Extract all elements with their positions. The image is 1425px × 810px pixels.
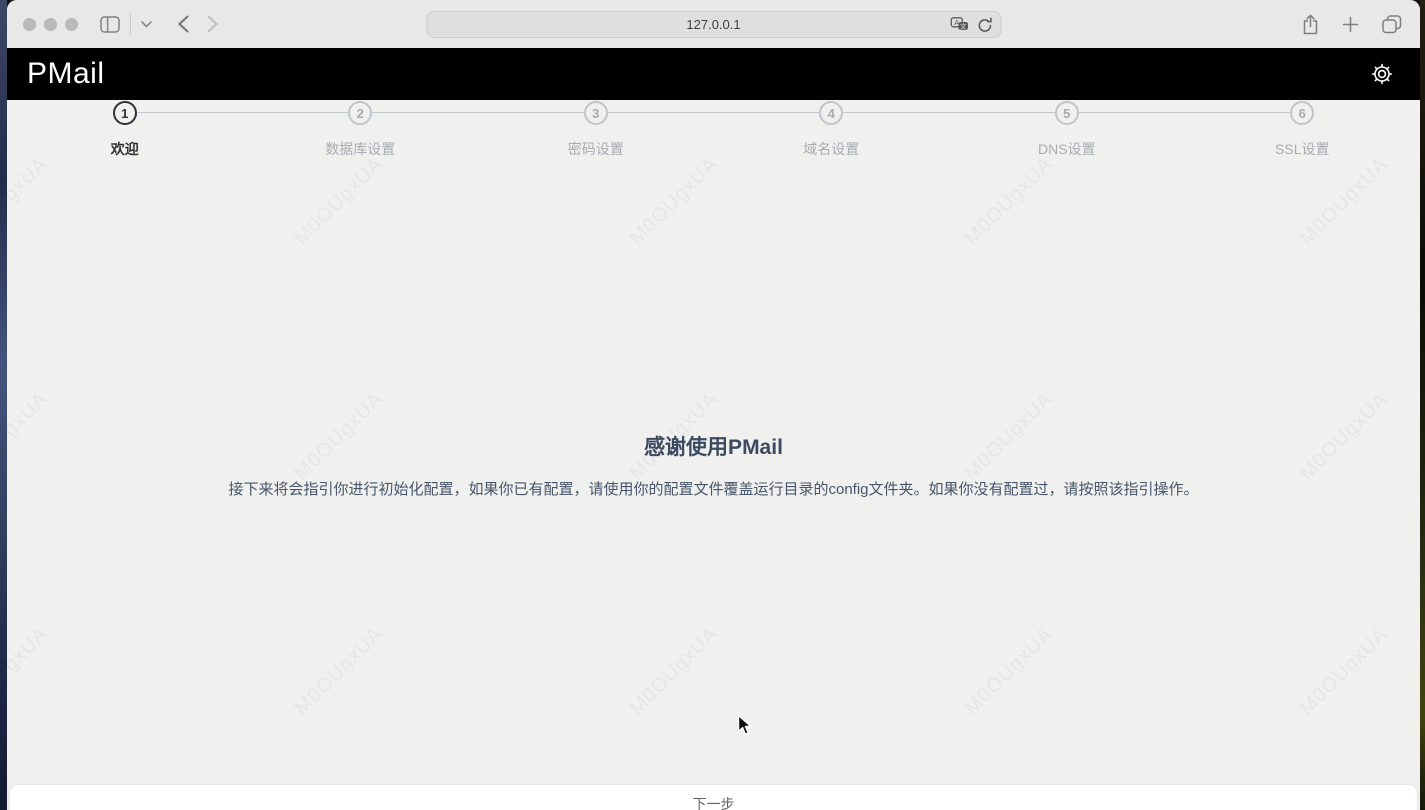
app-title: PMail <box>27 57 105 91</box>
watermark-text: M0OUgxUA <box>7 623 53 720</box>
step-number: 3 <box>592 106 599 121</box>
address-bar-icons: A 文 <box>950 12 992 37</box>
step-circle-6: 6 <box>1290 101 1314 125</box>
step-circle-3: 3 <box>584 101 608 125</box>
browser-toolbar: 127.0.0.1 A 文 <box>7 0 1420 48</box>
watermark-text: M0OUgxUA <box>626 153 723 250</box>
page-title: 感谢使用PMail <box>7 431 1420 461</box>
watermark-text: M0OUgxUA <box>1296 153 1393 250</box>
step-password: 3 密码设置 <box>478 100 714 162</box>
watermark-text: M0OUgxUA <box>7 153 53 250</box>
toolbar-right-group <box>1302 0 1402 48</box>
step-ssl: 6 SSL设置 <box>1185 100 1421 162</box>
app-header: PMail <box>7 48 1420 100</box>
setup-steps: 1 欢迎 2 数据库设置 3 密码设置 4 域名设置 5 DNS设置 <box>7 100 1420 162</box>
share-icon[interactable] <box>1302 14 1319 35</box>
step-label: SSL设置 <box>1275 139 1329 159</box>
step-number: 4 <box>828 106 835 121</box>
step-label: DNS设置 <box>1038 139 1096 159</box>
forward-button-icon[interactable] <box>207 15 218 33</box>
step-number: 6 <box>1299 106 1306 121</box>
watermark-text: M0OUgxUA <box>1296 623 1393 720</box>
step-domain: 4 域名设置 <box>714 100 950 162</box>
sidebar-chevron-down-icon[interactable] <box>141 21 152 28</box>
translate-icon[interactable]: A 文 <box>950 17 968 32</box>
step-circle-2: 2 <box>348 101 372 125</box>
close-window-button[interactable] <box>23 18 36 31</box>
step-label: 欢迎 <box>111 139 139 159</box>
svg-text:文: 文 <box>960 22 967 31</box>
welcome-section: 感谢使用PMail 接下来将会指引你进行初始化配置，如果你已有配置，请使用你的配… <box>7 431 1420 499</box>
toolbar-left-group <box>100 14 152 34</box>
step-label: 域名设置 <box>803 139 859 159</box>
fullscreen-window-button[interactable] <box>65 18 78 31</box>
next-step-button[interactable]: 下一步 <box>9 784 1418 810</box>
watermark-text: M0OUgxUA <box>961 623 1058 720</box>
reload-icon[interactable] <box>977 17 992 33</box>
browser-window: 127.0.0.1 A 文 <box>7 0 1420 810</box>
page-content: M0OUgxUA M0OUgxUA M0OUgxUA M0OUgxUA M0OUgxUA… <box>7 100 1420 810</box>
back-button-icon[interactable] <box>178 15 189 33</box>
desktop-wallpaper-left <box>0 0 7 810</box>
new-tab-icon[interactable] <box>1342 16 1359 33</box>
step-database: 2 数据库设置 <box>243 100 479 162</box>
next-step-button-label: 下一步 <box>693 794 735 810</box>
traffic-lights <box>7 18 78 31</box>
tab-overview-icon[interactable] <box>1382 15 1402 34</box>
address-bar[interactable]: 127.0.0.1 A 文 <box>426 11 1001 38</box>
watermark-text: M0OUgxUA <box>291 153 388 250</box>
step-dns: 5 DNS设置 <box>949 100 1185 162</box>
step-circle-4: 4 <box>819 101 843 125</box>
step-number: 5 <box>1063 106 1070 121</box>
step-circle-1: 1 <box>113 101 137 125</box>
watermark-text: M0OUgxUA <box>291 623 388 720</box>
page-description: 接下来将会指引你进行初始化配置，如果你已有配置，请使用你的配置文件覆盖运行目录的… <box>7 478 1420 499</box>
step-number: 2 <box>357 106 364 121</box>
watermark-text: M0OUgxUA <box>626 623 723 720</box>
step-number: 1 <box>121 106 128 121</box>
address-bar-url[interactable]: 127.0.0.1 <box>686 17 740 32</box>
minimize-window-button[interactable] <box>44 18 57 31</box>
desktop-wallpaper-right <box>1420 0 1425 810</box>
step-label: 密码设置 <box>568 139 624 159</box>
watermark-text: M0OUgxUA <box>961 153 1058 250</box>
settings-gear-icon[interactable] <box>1370 62 1394 86</box>
step-circle-5: 5 <box>1055 101 1079 125</box>
toolbar-divider <box>130 14 131 34</box>
step-label: 数据库设置 <box>325 139 395 159</box>
sidebar-toggle-icon[interactable] <box>100 16 120 33</box>
step-welcome: 1 欢迎 <box>7 100 243 162</box>
